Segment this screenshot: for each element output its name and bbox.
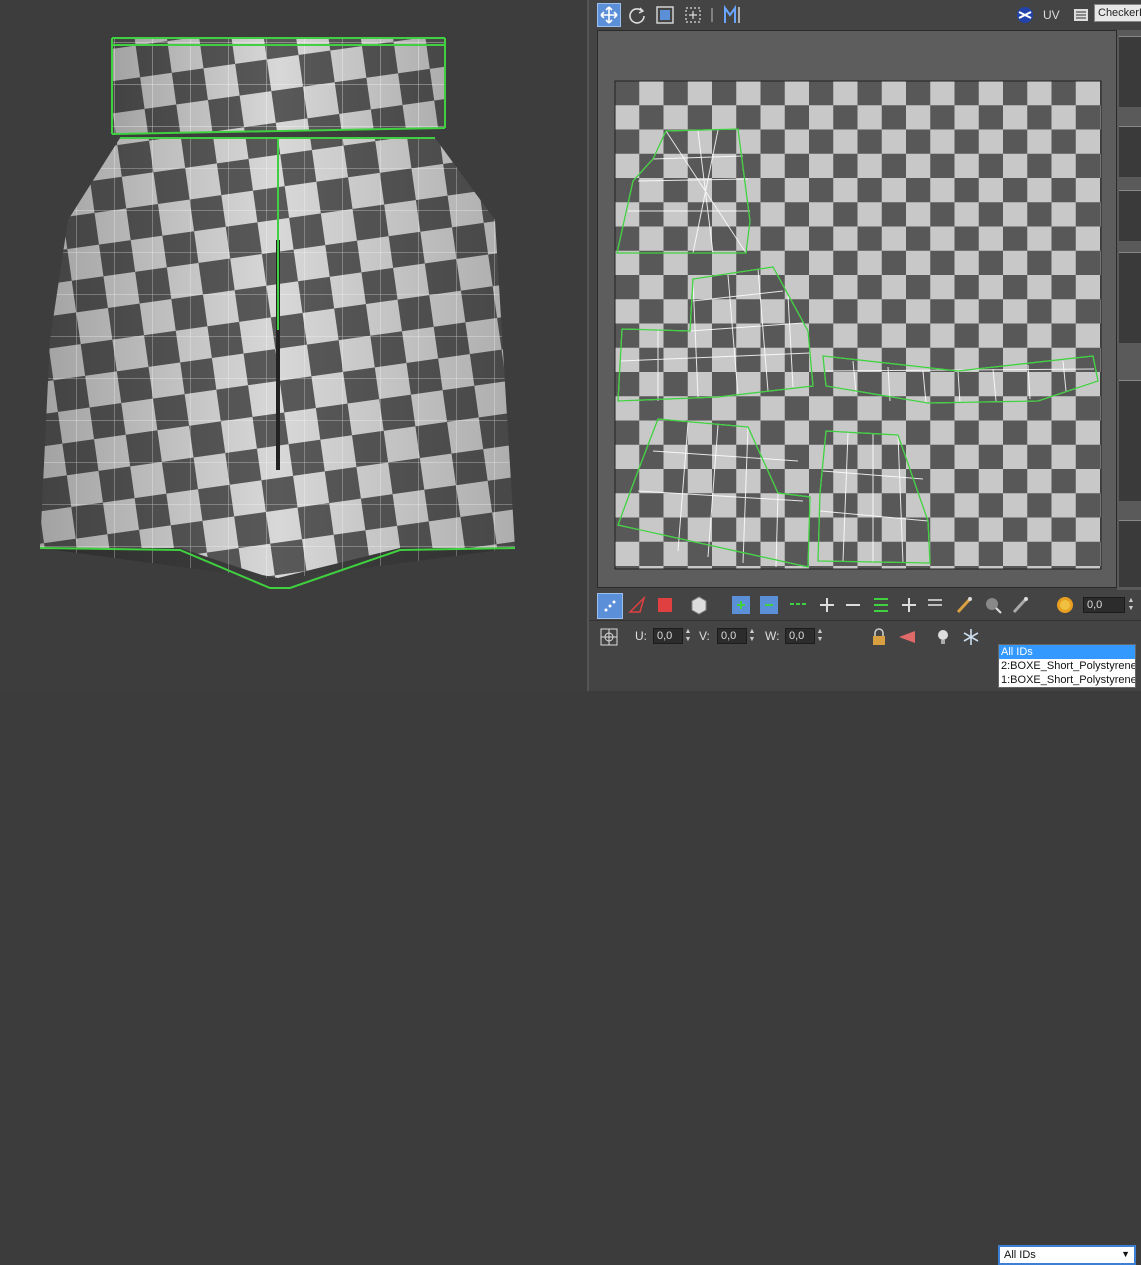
freeze-icon[interactable] [959,625,983,649]
side-rollout-strip [1117,30,1141,590]
v-input[interactable]: 0,0 [717,628,747,644]
soft-selection-spinner[interactable]: ▲ ▼ [1127,597,1135,613]
ring-shrink-icon[interactable] [923,593,947,617]
paint-grow-icon[interactable] [981,593,1005,617]
loop-shrink-icon[interactable] [841,593,865,617]
u-spinner[interactable]: ▲ ▼ [684,628,692,644]
hide-icon[interactable] [895,625,919,649]
chevron-down-icon: ▼ [1121,1249,1130,1259]
rollout-panel[interactable] [1119,126,1141,177]
material-id-selected: All IDs [1004,1249,1036,1261]
uv-toolbar: UV CheckerP [589,0,1141,30]
ring-icon[interactable] [869,593,893,617]
w-spinner[interactable]: ▲ ▼ [816,628,824,644]
legs [39,137,516,589]
soft-selection-icon[interactable] [1053,593,1077,617]
v-spinner[interactable]: ▲ ▼ [748,628,756,644]
uv-label: UV [1043,8,1060,22]
toolbar-separator [709,3,715,27]
material-id-list[interactable]: All IDs 2:BOXE_Short_Polystyrene_ 1:BOXE… [998,644,1136,688]
vertex-select-icon[interactable] [597,593,623,619]
lock-icon[interactable] [867,625,891,649]
uv-grid[interactable] [598,31,1116,587]
uv-options-icon[interactable] [1069,3,1093,27]
light-icon[interactable] [931,625,955,649]
grow-selection-icon[interactable] [729,593,753,617]
loop-icon[interactable] [787,593,811,617]
checker-texture [614,80,1102,570]
w-label: W: [765,629,780,643]
loop-grow-icon[interactable] [815,593,839,617]
material-id-option[interactable]: 1:BOXE_Short_Polystyrene_ [999,673,1135,687]
uv-editor-window: UV CheckerP [587,0,1141,1265]
face-select-icon[interactable] [653,593,677,617]
shrink-selection-icon[interactable] [757,593,781,617]
ring-grow-icon[interactable] [897,593,921,617]
material-id-dropdown[interactable]: All IDs ▼ [998,1245,1136,1265]
waistband [111,37,446,135]
v-label: V: [699,629,710,643]
rollout-panel[interactable] [1119,190,1141,241]
rollout-panel[interactable] [1119,380,1141,501]
material-id-option[interactable]: 2:BOXE_Short_Polystyrene_ [999,659,1135,673]
material-id-option[interactable]: All IDs [999,645,1135,659]
edge-select-icon[interactable] [625,593,649,617]
rollout-panel[interactable] [1119,252,1141,343]
freeform-icon[interactable] [681,3,705,27]
uv-canvas[interactable] [597,30,1117,588]
rotate-icon[interactable] [625,3,649,27]
soft-selection-value[interactable]: 0,0 [1083,597,1125,613]
mirror-icon[interactable] [721,3,745,27]
selection-toolbar: 0,0 ▲ ▼ [589,590,1141,620]
perspective-viewport[interactable] [0,0,587,691]
texture-dropdown[interactable]: CheckerP [1094,4,1141,22]
paint-shrink-icon[interactable] [1009,593,1033,617]
u-label: U: [635,629,647,643]
paint-select-icon[interactable] [953,593,977,617]
w-input[interactable]: 0,0 [785,628,815,644]
absolute-offset-icon[interactable] [597,625,621,649]
rollout-panel[interactable] [1119,36,1141,107]
checker-sphere-icon[interactable] [1013,3,1037,27]
scale-icon[interactable] [653,3,677,27]
shorts-mesh-render[interactable] [0,0,587,691]
move-icon[interactable] [597,3,621,27]
element-select-icon[interactable] [687,593,711,617]
rollout-panel[interactable] [1119,520,1141,587]
u-input[interactable]: 0,0 [653,628,683,644]
